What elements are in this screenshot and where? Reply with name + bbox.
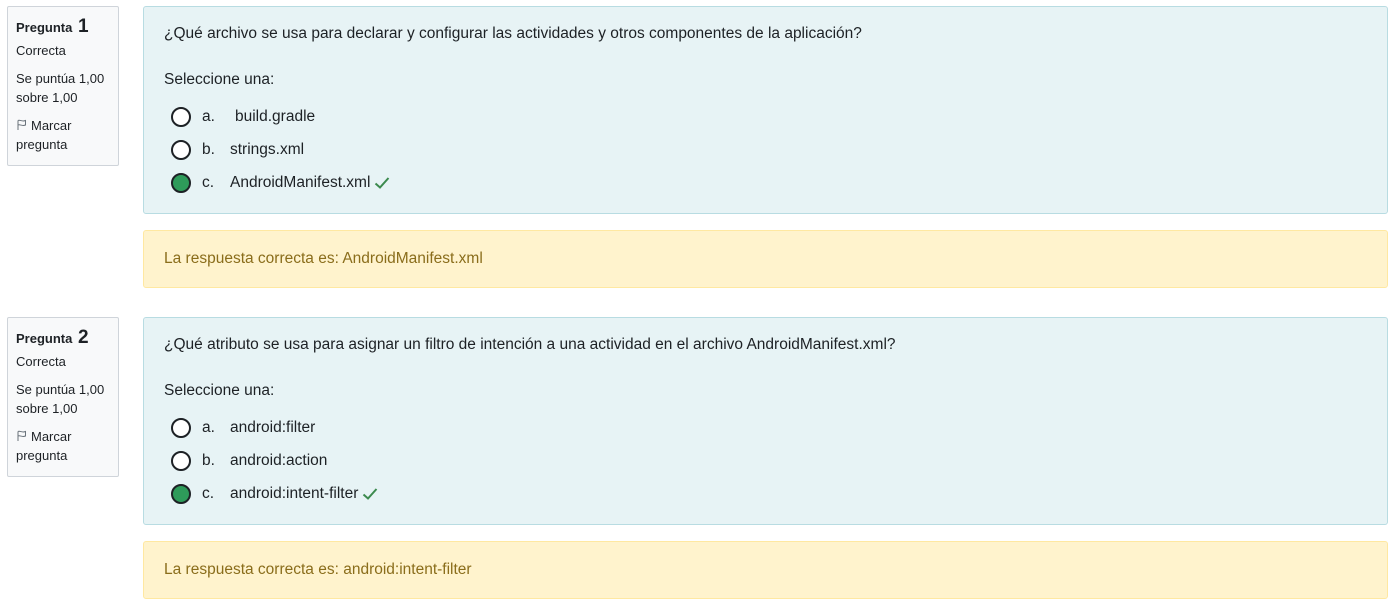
grade-line-1: Se puntúa 1,00 <box>16 382 105 397</box>
answer-text: android:filter <box>230 418 316 436</box>
flag-label-1: Marcar <box>31 118 72 133</box>
flag-label-2: pregunta <box>16 448 68 463</box>
answer-letter: a. <box>202 107 215 125</box>
question-label: Pregunta <box>16 331 73 346</box>
grade-line-2: sobre 1,00 <box>16 401 78 416</box>
answer-letter: c. <box>202 484 215 502</box>
answer-text: strings.xml <box>230 140 305 158</box>
question-text: ¿Qué archivo se usa para declarar y conf… <box>164 25 862 42</box>
radio-button[interactable] <box>171 139 191 160</box>
question-formulation: ¿Qué archivo se usa para declarar y conf… <box>143 6 1388 214</box>
question-formulation: ¿Qué atributo se usa para asignar un fil… <box>143 317 1388 525</box>
correct-answer-feedback: La respuesta correcta es: android:intent… <box>143 541 1388 599</box>
answer-letter: c. <box>202 173 215 191</box>
answer-list: a. android:filter b. android:action c. a… <box>164 411 1367 510</box>
radio-button-selected[interactable] <box>171 483 191 504</box>
radio-button[interactable] <box>171 106 191 127</box>
flag-icon <box>17 430 26 441</box>
flag-label-2: pregunta <box>16 137 68 152</box>
answer-option-b[interactable]: b. strings.xml <box>164 133 1367 166</box>
answer-text: android:action <box>230 451 328 469</box>
answer-option-b[interactable]: b. android:action <box>164 444 1367 477</box>
question-state: Correcta <box>16 43 66 58</box>
question-grade: Se puntúa 1,00 sobre 1,00 <box>16 69 110 107</box>
answer-option-a[interactable]: a. build.gradle <box>164 100 1367 133</box>
correct-answer-feedback: La respuesta correcta es: AndroidManifes… <box>143 230 1388 288</box>
check-icon <box>375 176 390 189</box>
answer-prompt: Seleccione una: <box>164 382 275 399</box>
grade-line-2: sobre 1,00 <box>16 90 78 105</box>
question-info: Pregunta 1 Correcta Se puntúa 1,00 sobre… <box>7 6 119 166</box>
question-info: Pregunta 2 Correcta Se puntúa 1,00 sobre… <box>7 317 119 477</box>
answer-option-c[interactable]: c. android:intent-filter <box>164 477 1367 510</box>
answer-text: build.gradle <box>235 107 316 125</box>
question-number-label: Pregunta 1 <box>16 17 110 37</box>
answer-prompt: Seleccione una: <box>164 71 275 88</box>
grade-line-1: Se puntúa 1,00 <box>16 71 105 86</box>
answer-letter: b. <box>202 451 215 469</box>
question-text: ¿Qué atributo se usa para asignar un fil… <box>164 336 896 353</box>
question-label: Pregunta <box>16 20 73 35</box>
answer-option-a[interactable]: a. android:filter <box>164 411 1367 444</box>
answer-text: android:intent-filter <box>230 484 359 502</box>
radio-button[interactable] <box>171 417 191 438</box>
radio-button-selected[interactable] <box>171 172 191 193</box>
answer-list: a. build.gradle b. strings.xml c. Androi… <box>164 100 1367 199</box>
flag-question-link[interactable]: Marcar pregunta <box>16 116 110 154</box>
answer-letter: b. <box>202 140 215 158</box>
question-number: 2 <box>77 327 89 348</box>
flag-icon <box>17 119 26 130</box>
answer-option-c[interactable]: c. AndroidManifest.xml <box>164 166 1367 199</box>
radio-button[interactable] <box>171 450 191 471</box>
flag-label-1: Marcar <box>31 429 72 444</box>
answer-letter: a. <box>202 418 215 436</box>
question-state: Correcta <box>16 354 66 369</box>
question-number: 1 <box>77 16 89 37</box>
flag-question-link[interactable]: Marcar pregunta <box>16 427 110 465</box>
check-icon <box>363 487 378 500</box>
question-number-label: Pregunta 2 <box>16 328 110 348</box>
answer-text: AndroidManifest.xml <box>230 173 371 191</box>
question-grade: Se puntúa 1,00 sobre 1,00 <box>16 380 110 418</box>
